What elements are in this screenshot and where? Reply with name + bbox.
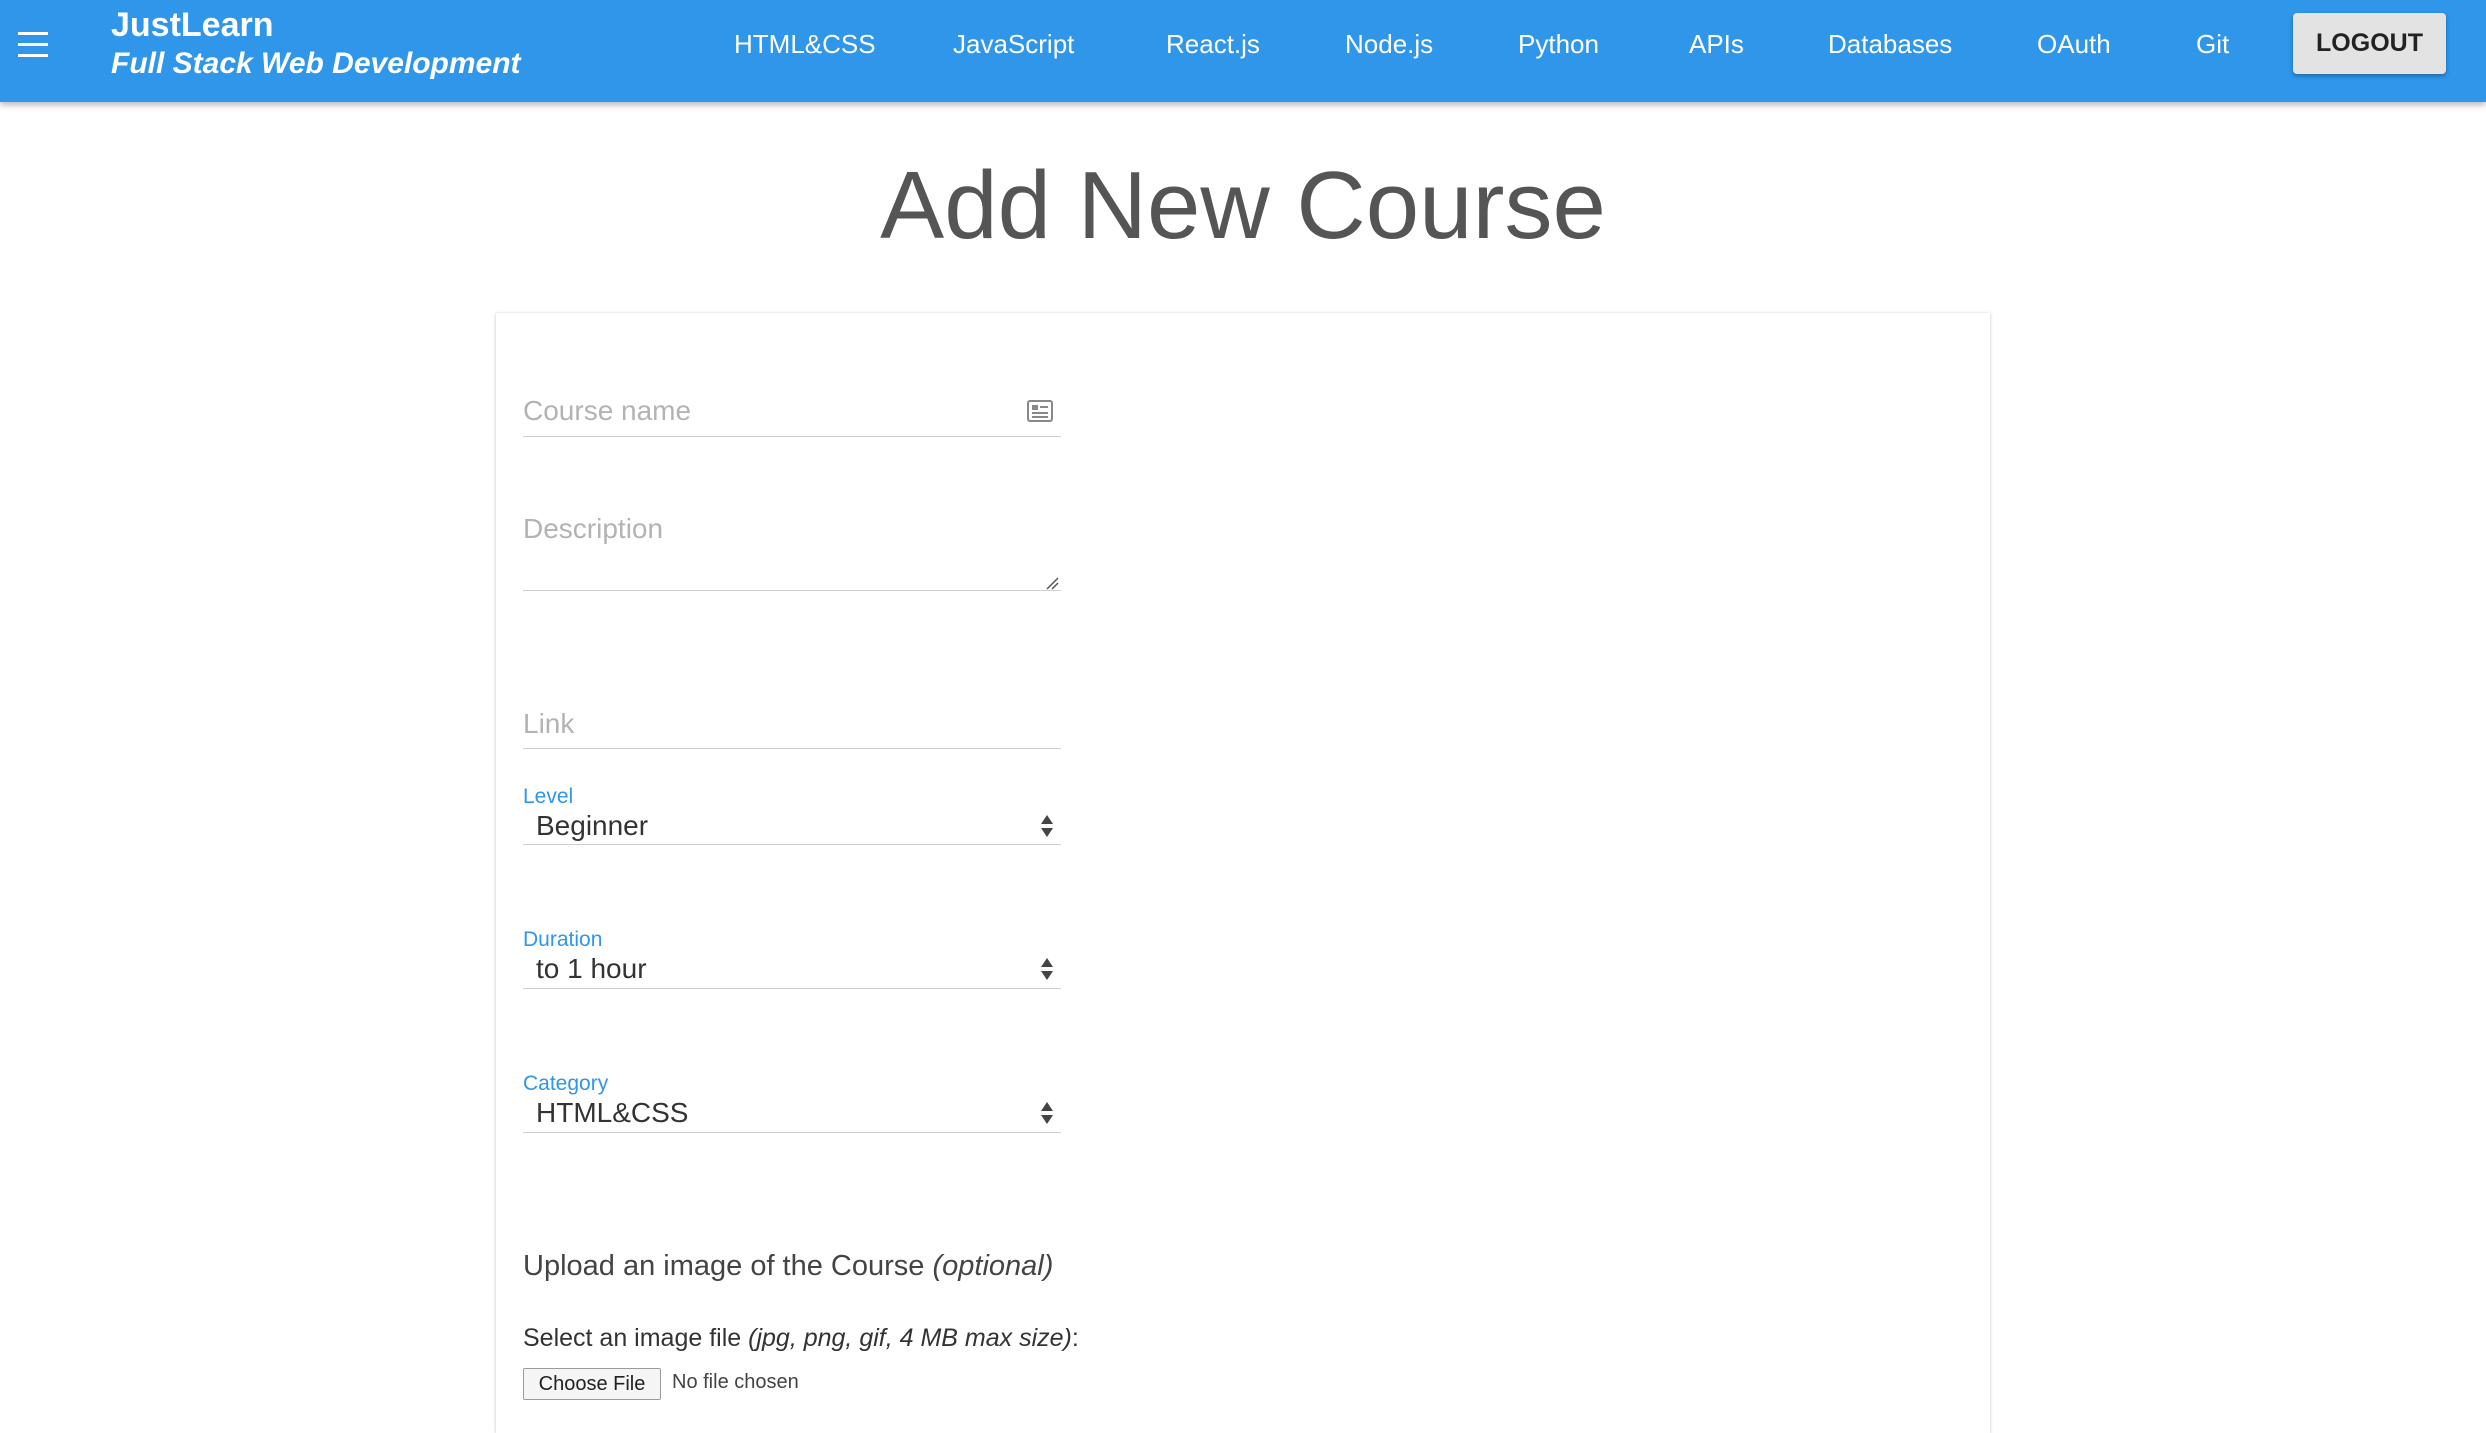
upload-heading: Upload an image of the Course (optional) xyxy=(523,1250,1053,1283)
nav-link-python[interactable]: Python xyxy=(1518,26,1599,62)
duration-label: Duration xyxy=(523,928,603,951)
nav-link-oauth[interactable]: OAuth xyxy=(2037,26,2111,62)
description-placeholder: Description xyxy=(523,513,664,544)
level-value: Beginner xyxy=(536,810,649,841)
file-label: Select an image file (jpg, png, gif, 4 M… xyxy=(523,1324,1079,1353)
category-label: Category xyxy=(523,1072,609,1095)
course-name-field[interactable]: Course name xyxy=(523,381,1061,437)
select-arrows-icon xyxy=(1041,815,1055,837)
course-name-underline xyxy=(523,436,1061,437)
add-course-form-card: Course name Description Link Level Begin… xyxy=(496,313,1990,1433)
select-arrows-icon xyxy=(1041,1102,1055,1124)
upload-heading-text: Upload an image of the Course xyxy=(523,1250,925,1282)
nav-link-apis[interactable]: APIs xyxy=(1689,26,1744,62)
nav-link-node[interactable]: Node.js xyxy=(1345,26,1433,62)
duration-underline xyxy=(523,988,1061,989)
file-label-text: Select an image file xyxy=(523,1324,742,1352)
duration-select[interactable]: Duration to 1 hour xyxy=(523,928,1061,1002)
file-label-colon: : xyxy=(1071,1324,1079,1352)
page-title: Add New Course xyxy=(880,152,1606,259)
resize-handle-icon[interactable] xyxy=(1045,576,1059,590)
link-field[interactable]: Link xyxy=(523,693,1061,749)
nav-link-databases[interactable]: Databases xyxy=(1828,26,1952,62)
link-placeholder: Link xyxy=(523,708,575,739)
description-textarea[interactable]: Description xyxy=(523,499,1061,591)
upload-heading-note: (optional) xyxy=(932,1250,1054,1282)
brand[interactable]: JustLearn Full Stack Web Development xyxy=(111,4,521,82)
app-tagline: Full Stack Web Development xyxy=(111,47,521,80)
category-select[interactable]: Category HTML&CSS xyxy=(523,1072,1061,1146)
nav-link-html-css[interactable]: HTML&CSS xyxy=(734,26,876,62)
nav-link-git[interactable]: Git xyxy=(2196,26,2229,62)
id-card-icon xyxy=(1027,400,1053,422)
choose-file-button[interactable]: Choose File xyxy=(523,1368,661,1400)
hamburger-menu-icon[interactable] xyxy=(14,30,52,60)
file-hint: (jpg, png, gif, 4 MB max size) xyxy=(748,1324,1072,1352)
nav-link-react[interactable]: React.js xyxy=(1166,26,1260,62)
level-label: Level xyxy=(523,785,574,808)
app-bar: JustLearn Full Stack Web Development HTM… xyxy=(0,0,2486,102)
nav-link-javascript[interactable]: JavaScript xyxy=(953,26,1074,62)
level-underline xyxy=(523,844,1061,845)
no-file-chosen-text: No file chosen xyxy=(672,1371,799,1393)
duration-value: to 1 hour xyxy=(536,953,647,984)
link-underline xyxy=(523,748,1061,749)
course-name-placeholder: Course name xyxy=(523,395,692,426)
category-value: HTML&CSS xyxy=(536,1097,689,1128)
select-arrows-icon xyxy=(1041,958,1055,980)
logout-button[interactable]: LOGOUT xyxy=(2293,13,2446,74)
app-name: JustLearn xyxy=(111,6,274,44)
description-underline xyxy=(523,590,1061,591)
level-select[interactable]: Level Beginner xyxy=(523,785,1061,859)
category-underline xyxy=(523,1132,1061,1133)
